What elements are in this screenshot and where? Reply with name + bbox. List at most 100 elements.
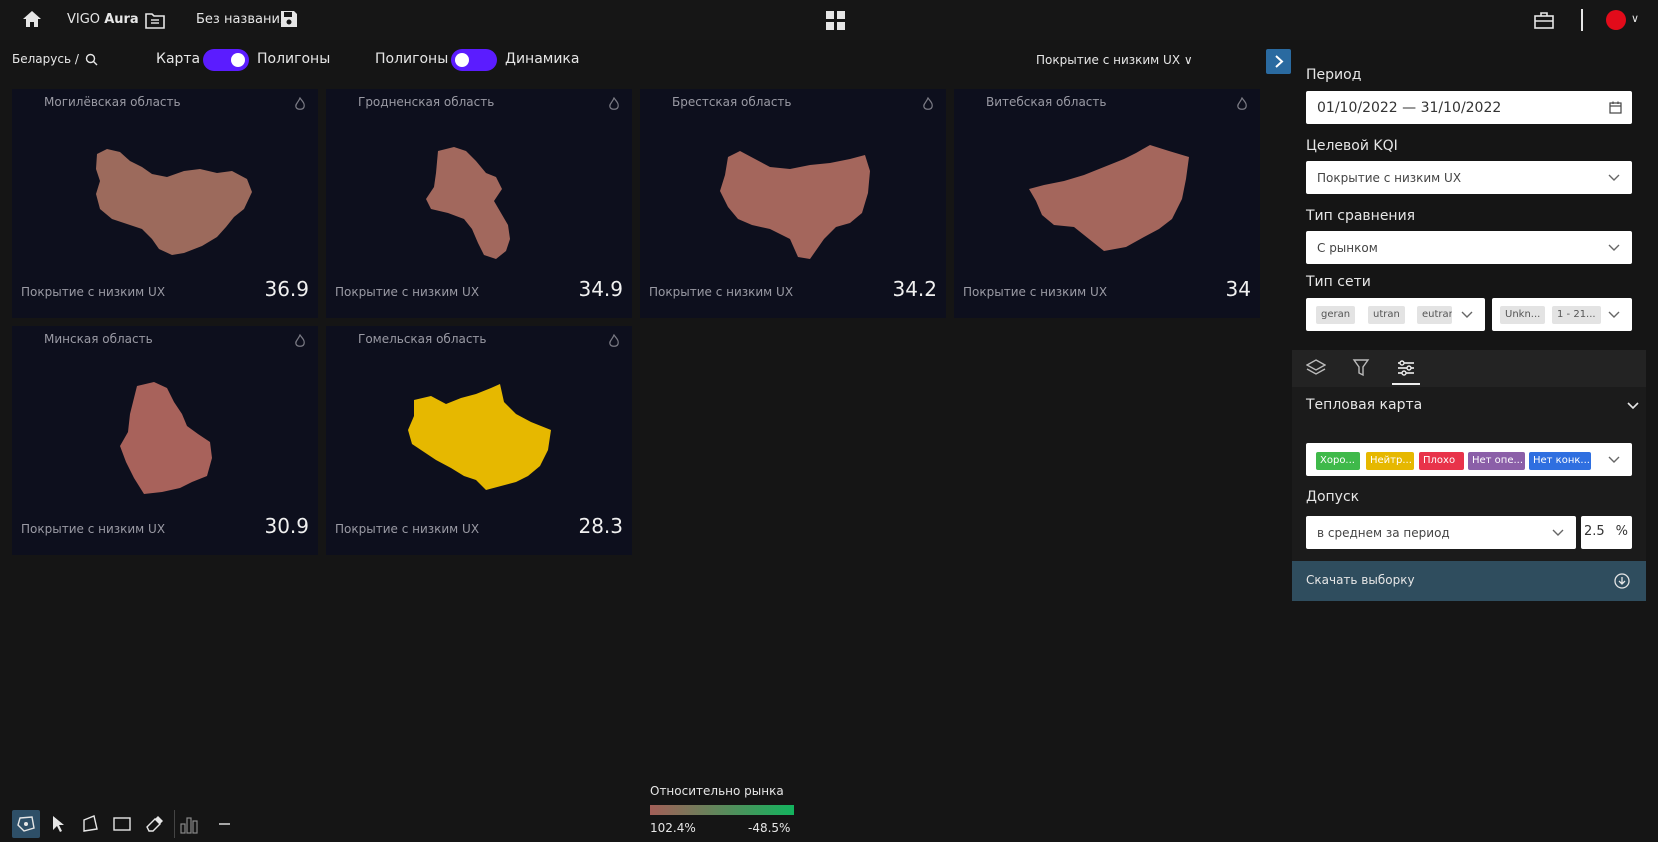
collapse-tools-button[interactable]	[211, 810, 239, 838]
network-chip[interactable]: utran	[1368, 306, 1405, 324]
grid-icon[interactable]	[826, 11, 845, 30]
layers-icon[interactable]	[1306, 358, 1326, 378]
eraser-icon	[146, 816, 163, 832]
network-label: Тип сети	[1306, 274, 1371, 290]
app-name-suffix: Aura	[104, 12, 139, 27]
toggle2-left-label: Полигоны	[375, 51, 449, 67]
toggle1-right-label: Полигоны	[257, 51, 331, 67]
kqi-label: Целевой KQI	[1306, 138, 1398, 154]
polygon-icon	[83, 815, 98, 832]
chevron-down-icon	[1608, 244, 1620, 251]
region-card[interactable]: Могилёвская область Покрытие с низким UX…	[12, 89, 318, 318]
heatmap-title: Тепловая карта	[1306, 397, 1423, 413]
kqi-select[interactable]: Покрытие с низким UX	[1306, 161, 1632, 194]
metric-label: Покрытие с низким UX	[21, 285, 166, 299]
toolbox-icon[interactable]	[1534, 10, 1554, 30]
network-chip[interactable]: geran	[1316, 306, 1356, 324]
chevron-down-icon	[1552, 529, 1564, 536]
heatmap-chip[interactable]: Нет опе...	[1468, 452, 1525, 470]
metric-value: 30.9	[264, 514, 309, 538]
region-name: Могилёвская область	[44, 95, 181, 109]
tolerance-label: Допуск	[1306, 489, 1360, 505]
avatar[interactable]	[1606, 10, 1626, 30]
rectangle-icon	[113, 817, 131, 831]
collapse-panel-button[interactable]	[1266, 49, 1291, 74]
app-name-prefix: VIGO	[67, 12, 101, 27]
metric-value: 34.9	[578, 277, 623, 301]
eraser-tool[interactable]	[140, 810, 168, 838]
filter-icon[interactable]	[1352, 358, 1370, 378]
tolerance-unit: %	[1615, 524, 1628, 539]
metric-value: 34	[1225, 277, 1251, 301]
tolerance-input[interactable]: 2.5 %	[1581, 516, 1632, 549]
heatmap-colors-select[interactable]: Хоро... Нейтр... Плохо Нет опе... Нет ко…	[1306, 443, 1632, 476]
metric-label: Покрытие с низким UX	[21, 522, 166, 536]
band-chip[interactable]: 1 - 21...	[1552, 306, 1601, 324]
fire-icon[interactable]	[922, 97, 934, 111]
legend-gradient	[650, 805, 794, 815]
search-icon[interactable]	[85, 53, 98, 66]
polygon-tool[interactable]	[76, 810, 104, 838]
band-chip[interactable]: Unkn...	[1500, 306, 1546, 324]
region-name: Минская область	[44, 332, 153, 346]
rectangle-tool[interactable]	[108, 810, 136, 838]
kqi-value: Покрытие с низким UX	[1317, 170, 1462, 185]
comparison-select[interactable]: С рынком	[1306, 231, 1632, 264]
pointer-tool[interactable]	[44, 810, 72, 838]
metric-value: 28.3	[578, 514, 623, 538]
tolerance-mode-select[interactable]: в среднем за период	[1306, 516, 1576, 549]
network-band-select[interactable]: Unkn... 1 - 21...	[1492, 298, 1632, 331]
region-card[interactable]: Брестская область Покрытие с низким UX 3…	[640, 89, 946, 318]
sliders-icon[interactable]	[1396, 358, 1416, 378]
heatmap-chip[interactable]: Нейтр...	[1366, 452, 1414, 470]
region-card[interactable]: Витебская область Покрытие с низким UX 3…	[954, 89, 1260, 318]
period-field[interactable]: 01/10/2022 — 31/10/2022	[1306, 91, 1632, 124]
toggle1-left-label: Карта	[156, 51, 201, 67]
calendar-icon[interactable]	[1609, 101, 1622, 114]
minus-icon	[219, 823, 230, 825]
chevron-down-icon	[1608, 311, 1620, 318]
metric-label: Покрытие с низким UX	[649, 285, 794, 299]
download-button[interactable]: Скачать выборку	[1292, 561, 1646, 601]
polygons-dynamics-toggle[interactable]	[451, 49, 497, 71]
heatmap-chip[interactable]: Плохо	[1419, 452, 1464, 470]
region-polygon	[1029, 145, 1189, 251]
fire-icon[interactable]	[608, 97, 620, 111]
network-type-select[interactable]: geran utran eutran	[1306, 298, 1485, 331]
document-title[interactable]: Без названия	[196, 12, 288, 27]
region-name: Гродненская область	[358, 95, 495, 109]
chevron-down-icon[interactable]	[1627, 402, 1639, 410]
legend-max-label: -48.5%	[748, 821, 791, 835]
kqi-selector[interactable]: Покрытие с низким UX ∨	[1036, 53, 1193, 67]
network-chip[interactable]: eutran	[1417, 306, 1452, 324]
chevron-down-icon[interactable]: ∨	[1631, 12, 1639, 25]
fire-icon[interactable]	[294, 97, 306, 111]
metric-value: 34.2	[892, 277, 937, 301]
heatmap-chip[interactable]: Хоро...	[1316, 452, 1360, 470]
folder-icon[interactable]	[144, 9, 166, 31]
download-label: Скачать выборку	[1306, 573, 1415, 587]
region-card[interactable]: Минская область Покрытие с низким UX 30.…	[12, 326, 318, 555]
save-icon[interactable]	[279, 9, 299, 29]
polygon-select-tool[interactable]	[12, 810, 40, 838]
heatmap-chip[interactable]: Нет конк...	[1529, 452, 1591, 470]
fire-icon[interactable]	[608, 334, 620, 348]
legend-min-label: 102.4%	[650, 821, 696, 835]
fire-icon[interactable]	[294, 334, 306, 348]
breadcrumb[interactable]: Беларусь /	[12, 52, 79, 66]
home-icon[interactable]	[22, 10, 42, 28]
statistics-tool[interactable]	[174, 810, 203, 838]
pointer-icon	[53, 816, 64, 832]
chevron-down-icon	[1608, 456, 1620, 463]
region-name: Витебская область	[986, 95, 1107, 109]
map-polygons-toggle[interactable]	[203, 49, 249, 71]
panel-tabs	[1292, 350, 1646, 387]
tolerance-value: 2.5	[1584, 524, 1605, 539]
fire-icon[interactable]	[1236, 97, 1248, 111]
region-card[interactable]: Гомельская область Покрытие с низким UX …	[326, 326, 632, 555]
region-card[interactable]: Гродненская область Покрытие с низким UX…	[326, 89, 632, 318]
period-label: Период	[1306, 67, 1362, 83]
region-name: Брестская область	[672, 95, 792, 109]
legend-title: Относительно рынка	[650, 784, 784, 798]
metric-label: Покрытие с низким UX	[335, 522, 480, 536]
